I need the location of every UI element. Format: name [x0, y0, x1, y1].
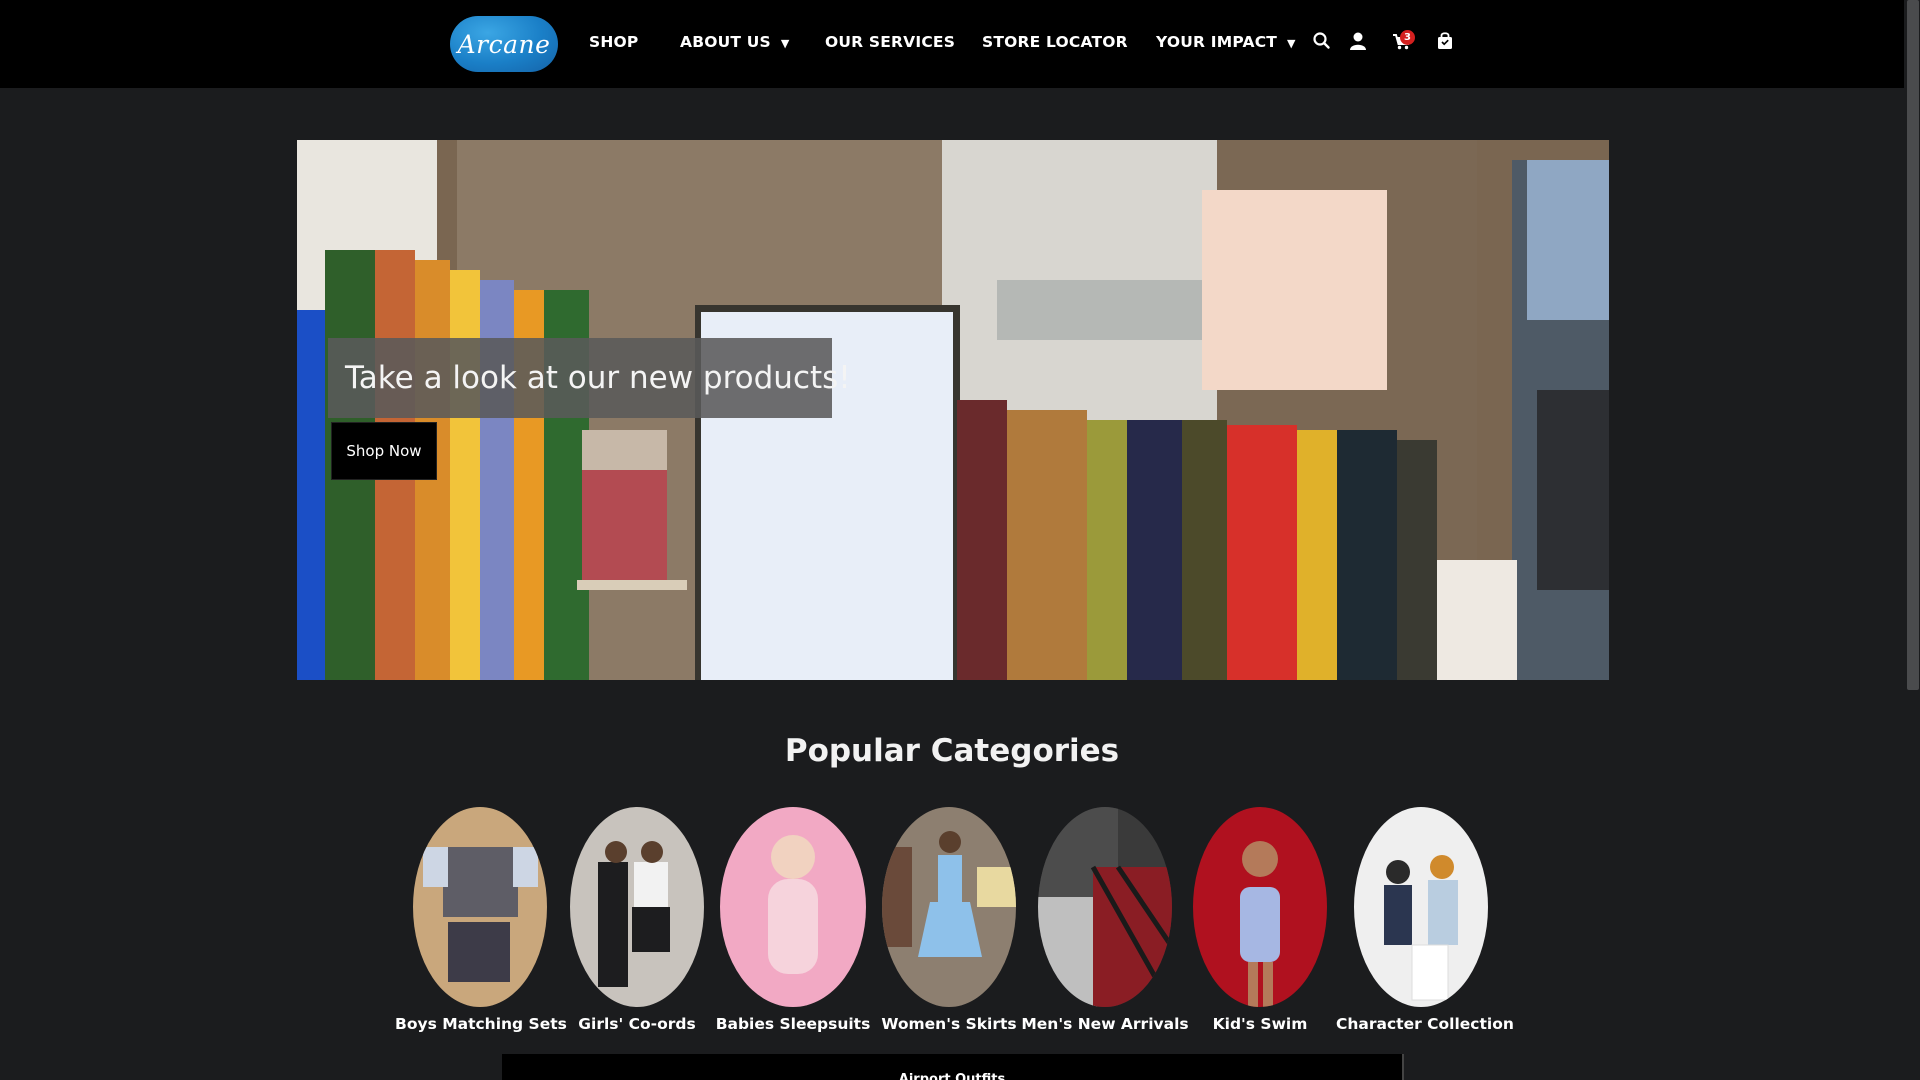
nav-your-impact-label: YOUR IMPACT	[1156, 33, 1278, 51]
next-section-label: Airport Outfits	[898, 1072, 1006, 1080]
hero-banner: Take a look at our new products! Shop No…	[297, 140, 1609, 680]
category-image	[720, 807, 866, 1007]
category-image	[570, 807, 704, 1007]
category-girls-co-ords[interactable]: Girls' Co-ords	[552, 807, 722, 1033]
nav-about-us[interactable]: ABOUT US ▼	[680, 33, 790, 51]
search-icon[interactable]	[1311, 30, 1333, 52]
category-mens-new-arrivals[interactable]: Men's New Arrivals	[1020, 807, 1190, 1033]
shop-now-button[interactable]: Shop Now	[332, 423, 436, 479]
shopping-bag-icon[interactable]	[1434, 30, 1456, 52]
nav-store-locator-label: STORE LOCATOR	[982, 33, 1128, 51]
top-navigation: Arcane SHOP ABOUT US ▼ OUR SERVICES STORE…	[0, 0, 1904, 88]
nav-our-services-label: OUR SERVICES	[825, 33, 956, 51]
category-image	[1038, 807, 1172, 1007]
nav-our-services[interactable]: OUR SERVICES	[825, 33, 955, 51]
user-icon[interactable]	[1347, 30, 1369, 52]
page-scrollbar[interactable]	[1904, 0, 1920, 1080]
category-label: Kid's Swim	[1212, 1015, 1308, 1033]
category-babies-sleepsuits[interactable]: Babies Sleepsuits	[708, 807, 878, 1033]
nav-about-us-label: ABOUT US	[680, 33, 771, 51]
nav-your-impact[interactable]: YOUR IMPACT ▼	[1156, 33, 1296, 51]
category-womens-skirts[interactable]: Women's Skirts	[864, 807, 1034, 1033]
category-label: Men's New Arrivals	[1021, 1015, 1189, 1033]
nav-shop-label: SHOP	[589, 33, 639, 51]
category-label: Character Collection	[1336, 1015, 1514, 1033]
category-label: Women's Skirts	[881, 1015, 1017, 1033]
next-section-banner[interactable]: Airport Outfits	[502, 1054, 1404, 1080]
category-label: Girls' Co-ords	[578, 1015, 696, 1033]
scrollbar-thumb[interactable]	[1907, 0, 1919, 690]
nav-shop[interactable]: SHOP	[589, 33, 638, 51]
category-label: Boys Matching Sets	[395, 1015, 567, 1033]
cart-count-badge: 3	[1400, 30, 1415, 45]
category-label: Babies Sleepsuits	[715, 1015, 871, 1033]
chevron-down-icon: ▼	[780, 37, 790, 50]
category-image	[882, 807, 1016, 1007]
category-image	[413, 807, 547, 1007]
category-image	[1354, 807, 1488, 1007]
category-boys-matching-sets[interactable]: Boys Matching Sets	[395, 807, 567, 1033]
nav-store-locator[interactable]: STORE LOCATOR	[982, 33, 1128, 51]
popular-categories-heading: Popular Categories	[784, 733, 1120, 769]
arcane-logo[interactable]: Arcane	[450, 16, 558, 72]
category-kids-swim[interactable]: Kid's Swim	[1175, 807, 1345, 1033]
category-character-collection[interactable]: Character Collection	[1336, 807, 1514, 1033]
category-image	[1193, 807, 1327, 1007]
chevron-down-icon: ▼	[1287, 37, 1296, 50]
hero-caption: Take a look at our new products!	[328, 338, 851, 418]
hero-caption-text: Take a look at our new products!	[345, 360, 851, 396]
